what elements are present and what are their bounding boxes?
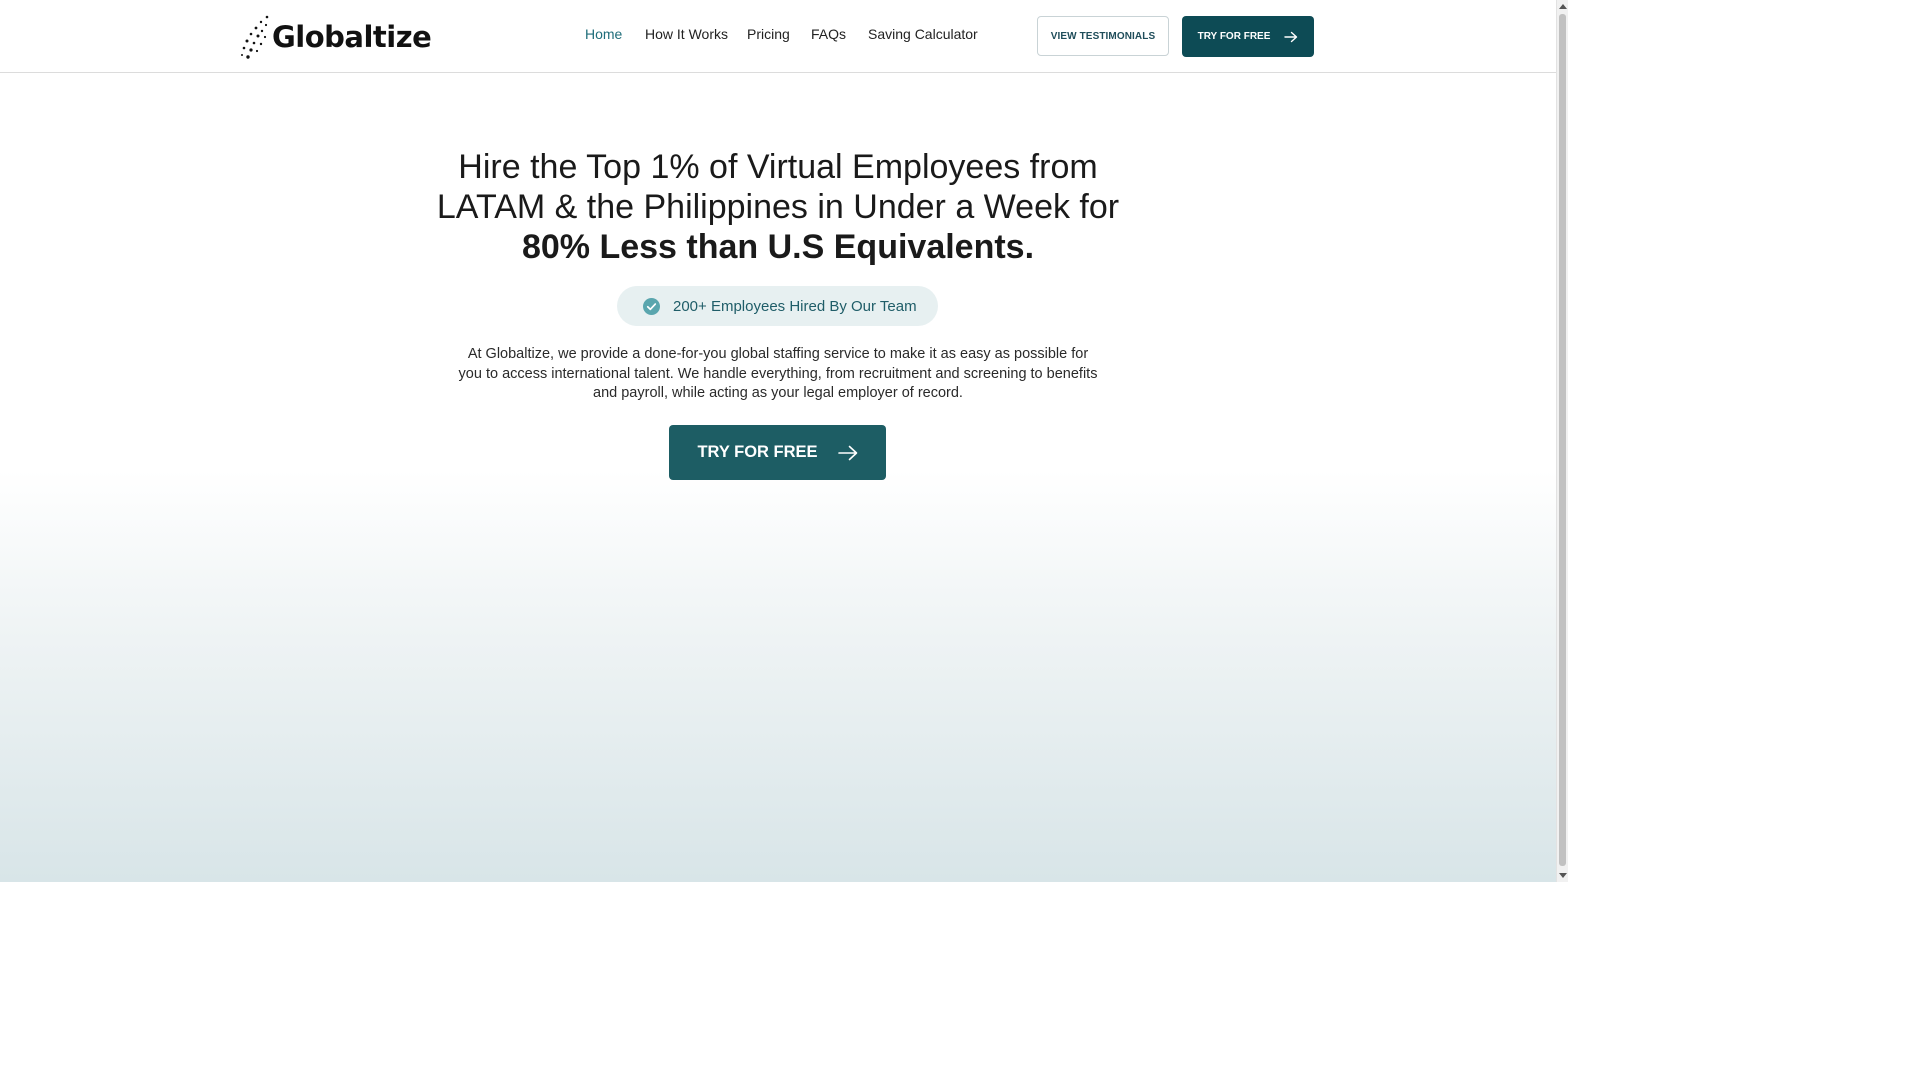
scroll-up-arrow-icon[interactable] <box>1559 4 1567 9</box>
check-circle-icon <box>643 297 660 315</box>
hero-heading-emphasis: 80% Less than U.S Equivalents. <box>521 228 1035 266</box>
page-scrollbar[interactable] <box>1556 0 1568 882</box>
hero-heading: Hire the Top 1% of Virtual Employees fro… <box>400 147 1156 267</box>
scrollbar-thumb[interactable] <box>1559 14 1566 866</box>
page-background: Globaltize Home How It Works Pricing FAQ… <box>0 0 1556 882</box>
header-try-for-free-label: TRY FOR FREE <box>1197 31 1271 42</box>
header-try-for-free-button[interactable]: TRY FOR FREE <box>1182 16 1314 57</box>
view-testimonials-label: VIEW TESTIMONIALS <box>1050 30 1156 42</box>
site-header: Globaltize Home How It Works Pricing FAQ… <box>0 0 1556 73</box>
nav-item-pricing[interactable]: Pricing <box>747 26 790 42</box>
hero-heading-line2: LATAM & the Philippines in Under a Week … <box>436 188 1120 226</box>
nav-item-faqs[interactable]: FAQs <box>811 26 846 42</box>
nav-item-home[interactable]: Home <box>585 26 622 42</box>
view-testimonials-button[interactable]: VIEW TESTIMONIALS <box>1037 16 1169 56</box>
nav-item-saving-calculator[interactable]: Saving Calculator <box>868 26 978 42</box>
nav-item-how-it-works[interactable]: How It Works <box>645 26 728 42</box>
employees-hired-badge: 200+ Employees Hired By Our Team <box>617 286 938 326</box>
hero-description: At Globaltize, we provide a done-for-you… <box>458 346 1098 401</box>
hero-cta-label: TRY FOR FREE <box>697 443 818 461</box>
brand-logo[interactable]: Globaltize <box>240 12 432 62</box>
arrow-right-icon <box>1284 31 1298 42</box>
badge-text: 200+ Employees Hired By Our Team <box>673 297 917 315</box>
scroll-down-arrow-icon[interactable] <box>1559 873 1567 878</box>
hero-try-for-free-button[interactable]: TRY FOR FREE <box>669 425 886 480</box>
arrow-right-icon <box>837 445 857 460</box>
hero-heading-line1: Hire the Top 1% of Virtual Employees fro… <box>458 148 1098 186</box>
brand-name: Globaltize <box>272 20 432 54</box>
dotted-swoosh-logo-icon <box>241 15 269 59</box>
